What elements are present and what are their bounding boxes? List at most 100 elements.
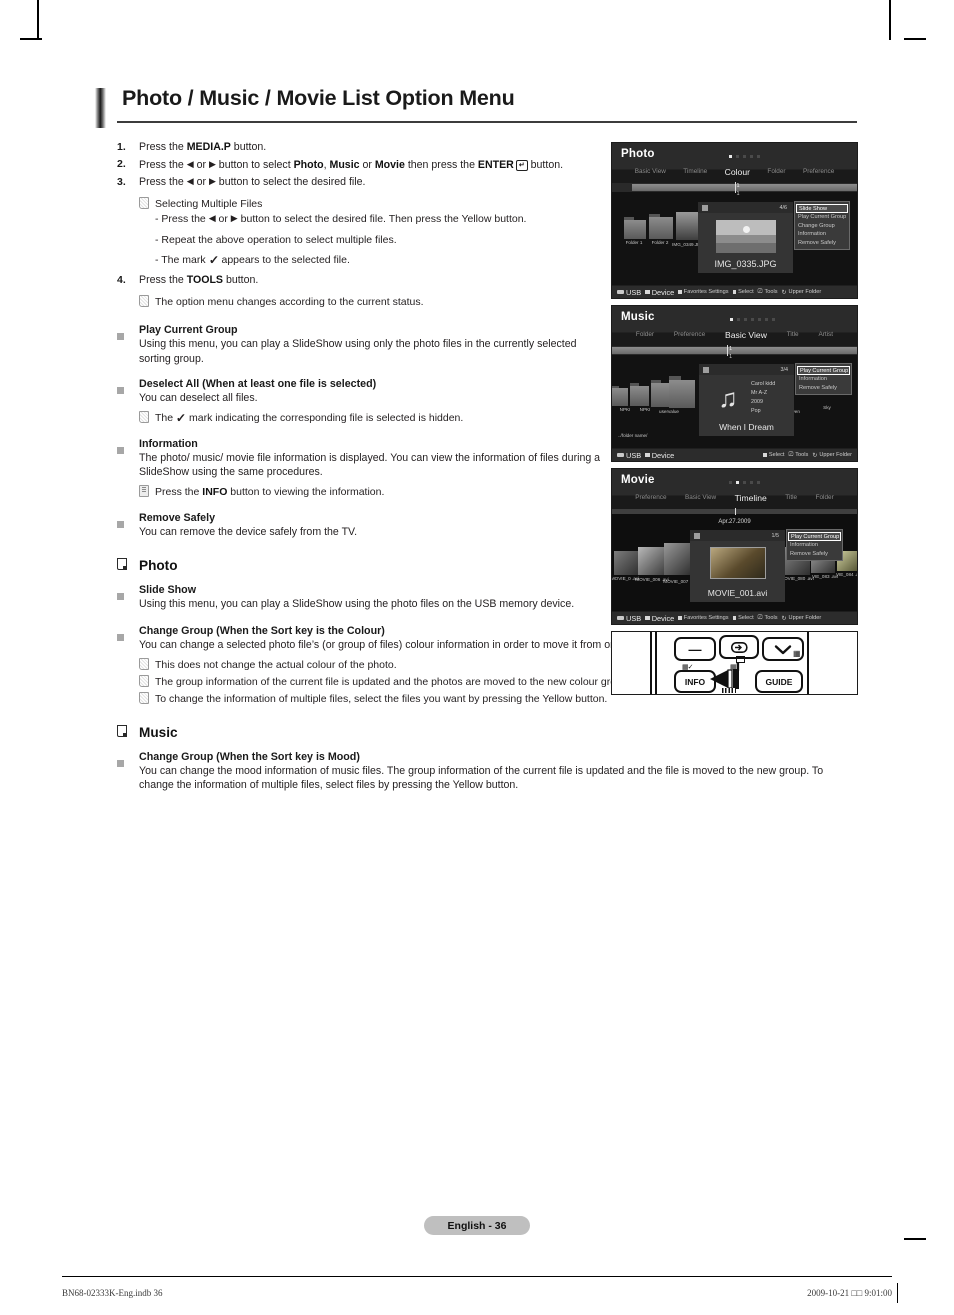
menu-item-basic-view[interactable]: Basic View — [635, 168, 666, 175]
photo-folder-2[interactable] — [649, 214, 673, 239]
crop-mark-top-left-v — [37, 0, 39, 40]
return-icon: ↻ — [781, 289, 787, 296]
multiple-files-line-2-text: Repeat the above operation to select mul… — [161, 233, 397, 246]
photo-file-count: 4/6 — [779, 204, 788, 211]
section-heading: Information — [139, 437, 198, 450]
section-body: Using this menu, you can play a SlideSho… — [139, 338, 577, 365]
option-remove-safely[interactable]: Remove Safely — [787, 550, 842, 558]
option-remove-safely[interactable]: Remove Safely — [796, 384, 851, 392]
status-usb: USB — [617, 614, 641, 623]
music-folder-3-label: uservalue — [659, 409, 679, 414]
pointer-arrow-icon — [710, 669, 739, 689]
step-1-text: Press the MEDIA.P button. — [139, 141, 267, 153]
menu-item-timeline[interactable]: Timeline — [683, 168, 707, 175]
multiple-files-line-1-text: Press the ◀ or ▶ button to select the de… — [161, 213, 527, 226]
step-3-note-body: Selecting Multiple Files - Press the ◀ o… — [155, 197, 575, 268]
music-meta-album: Mr A-Z — [751, 390, 768, 396]
menu-item-folder[interactable]: Folder — [816, 494, 834, 501]
source-icon — [730, 641, 748, 653]
movie-option-menu[interactable]: Play Current Group Information Remove Sa… — [786, 529, 843, 561]
scroll-label-top: 1 — [736, 182, 740, 189]
source-sub-icon — [736, 656, 745, 663]
flag-bullet-icon — [117, 557, 139, 575]
photo-folder-1[interactable] — [624, 217, 646, 239]
option-information[interactable]: Information — [787, 541, 842, 549]
option-information[interactable]: Information — [796, 375, 851, 383]
option-change-group[interactable]: Change Group — [795, 222, 849, 230]
menu-item-folder[interactable]: Folder — [767, 168, 785, 175]
chevron-down-icon — [774, 644, 792, 654]
square-bullet-icon — [117, 625, 139, 646]
selection-indicator-icon — [694, 533, 700, 539]
channel-list-icon: ▦ — [793, 649, 801, 658]
crop-mark-top-right-h — [904, 38, 926, 40]
photo-scrollbar[interactable]: 1 1 — [612, 182, 857, 197]
step-4-text: Press the TOOLS button. — [139, 274, 259, 287]
movie-scrollbar[interactable] — [612, 508, 857, 515]
menu-item-basic-view[interactable]: Basic View — [725, 330, 767, 340]
music-option-menu[interactable]: Play Current Group Information Remove Sa… — [795, 363, 852, 395]
section-body: You can remove the device safely from th… — [139, 525, 358, 538]
photo-screen-title: Photo — [621, 148, 655, 160]
music-file-name: When I Dream — [719, 422, 774, 432]
pencil-icon — [139, 674, 155, 690]
selection-indicator-icon — [703, 367, 709, 373]
menu-item-preference[interactable]: Preference — [635, 494, 666, 501]
guide-button[interactable]: GUIDE — [755, 670, 803, 693]
photo-option-menu[interactable]: Slide Show Play Current Group Change Gro… — [794, 201, 850, 250]
music-right-label-sky: Sky — [823, 405, 831, 410]
status-device: Device — [645, 451, 674, 460]
music-folder-4[interactable] — [669, 376, 695, 408]
section-note: The ✓ mark indicating the corresponding … — [139, 410, 609, 426]
page-title: Photo / Music / Movie List Option Menu — [122, 86, 515, 110]
tools-icon: ⎚ — [757, 288, 763, 295]
return-icon: ↻ — [812, 452, 818, 459]
movie-thumb-2[interactable] — [638, 547, 666, 575]
music-screen-title: Music — [621, 311, 655, 323]
remote-divider-left-2 — [655, 632, 657, 694]
menu-item-artist[interactable]: Artist — [818, 331, 833, 338]
footer-right-rule — [896, 1283, 898, 1303]
movie-screen-title: Movie — [621, 474, 655, 486]
crop-mark-top-left-h — [20, 38, 42, 40]
menu-item-timeline[interactable]: Timeline — [735, 493, 767, 503]
key-square-icon — [763, 453, 767, 457]
option-play-current-group[interactable]: Play Current Group — [795, 213, 849, 221]
scroll-label-top: 1 — [729, 345, 733, 352]
option-remove-safely[interactable]: Remove Safely — [795, 238, 849, 246]
minus-label: — — [688, 641, 702, 657]
option-play-current-group[interactable]: Play Current Group — [797, 366, 850, 376]
music-scrollbar[interactable]: 1 1 — [612, 345, 857, 360]
menu-item-colour[interactable]: Colour — [725, 167, 750, 177]
menu-item-folder[interactable]: Folder — [636, 331, 654, 338]
section-heading: Change Group (When the Sort key is Mood) — [139, 750, 360, 763]
screenshot-photo: Photo Basic View Timeline Colour Folder … — [611, 142, 858, 299]
step-1-number: 1. — [117, 140, 126, 153]
remote-divider-right — [807, 632, 809, 694]
section-body: The photo/ music/ movie file information… — [139, 451, 601, 479]
menu-item-title[interactable]: Title — [787, 331, 799, 338]
step-3-number: 3. — [117, 175, 126, 188]
dash-marker: - — [155, 213, 159, 226]
remote-divider-left — [650, 632, 652, 694]
pencil-icon — [139, 691, 155, 707]
square-bullet-icon — [117, 751, 139, 772]
music-folder-1[interactable] — [612, 386, 628, 406]
menu-item-preference[interactable]: Preference — [803, 168, 834, 175]
menu-item-basic-view[interactable]: Basic View — [685, 494, 716, 501]
return-icon: ↻ — [781, 615, 787, 622]
title-underline — [117, 121, 857, 123]
page-number-text: English - 36 — [447, 1219, 507, 1232]
music-folder-2[interactable] — [630, 383, 649, 406]
option-slide-show[interactable]: Slide Show — [796, 204, 848, 214]
section-body: You can change the mood information of m… — [139, 764, 824, 792]
movie-thumb-1[interactable] — [614, 551, 638, 575]
volume-down-button[interactable]: — — [674, 637, 716, 661]
section-heading: Play Current Group — [139, 324, 238, 336]
option-play-current-group[interactable]: Play Current Group — [788, 532, 841, 542]
tools-icon: ⎚ — [788, 451, 794, 458]
movie-page-dots — [729, 481, 760, 484]
menu-item-title[interactable]: Title — [785, 494, 797, 501]
option-information[interactable]: Information — [795, 230, 849, 238]
menu-item-preference[interactable]: Preference — [674, 331, 705, 338]
